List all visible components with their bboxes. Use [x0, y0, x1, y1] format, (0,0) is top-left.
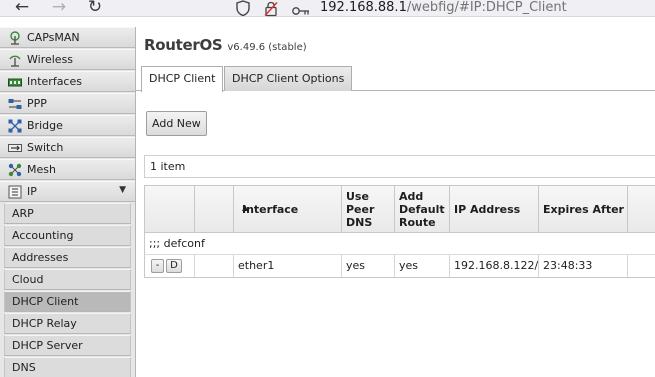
item-count-bar: 1 item [144, 155, 655, 178]
sidebar-subitem-label: Accounting [12, 229, 74, 242]
column-header-label: Use Peer DNS [346, 190, 375, 229]
sidebar-subitem-label: DNS [12, 361, 36, 374]
use-peer-dns-cell: yes [342, 255, 395, 277]
sidebar-item-capsman[interactable]: CAPsMAN [0, 27, 135, 48]
sidebar-item-label: IP [27, 185, 37, 198]
url-path: /webfig/#IP:DHCP_Client [406, 0, 567, 15]
back-arrow-icon[interactable]: ← [10, 0, 34, 17]
brand-name: RouterOS [144, 36, 223, 54]
sidebar-subitem-accounting[interactable]: Accounting [4, 225, 131, 246]
capsman-icon [10, 31, 20, 45]
interfaces-icon [8, 78, 22, 87]
table-row[interactable]: - D ether1 yes yes 192.168.8.122/24 23:4… [144, 255, 655, 278]
sidebar-subitem-label: Addresses [12, 251, 69, 264]
bridge-icon [8, 119, 22, 133]
sidebar-subitem-label: DHCP Client [12, 295, 79, 308]
wireless-icon [9, 55, 21, 67]
cell-value: yes [346, 259, 366, 272]
column-header-expires-after[interactable]: Expires After [539, 186, 628, 232]
sidebar-item-label: Bridge [27, 119, 63, 132]
sidebar-item-label: Switch [27, 141, 64, 154]
sidebar-subitem-label: DHCP Relay [12, 317, 77, 330]
forward-arrow-icon[interactable]: → [47, 0, 71, 17]
sidebar-subitem-dhcp-server[interactable]: DHCP Server [4, 335, 131, 356]
expires-after-cell: 23:48:33 [539, 255, 628, 277]
extra-cell [628, 255, 655, 277]
sidebar-item-switch[interactable]: Switch [0, 137, 135, 158]
add-new-button[interactable]: Add New [146, 111, 207, 136]
switch-icon [8, 144, 22, 152]
reload-icon[interactable]: ↻ [83, 0, 107, 17]
sidebar-subitem-cloud[interactable]: Cloud [4, 269, 131, 290]
sidebar-item-bridge[interactable]: Bridge [0, 115, 135, 136]
column-header-label: IP Address [454, 203, 521, 216]
column-header-extra [628, 186, 655, 232]
sidebar-subitem-dns[interactable]: DNS [4, 357, 131, 377]
disable-button[interactable]: D [166, 259, 182, 273]
row-actions-cell: - D [145, 255, 195, 277]
column-header-label: Add Default Route [399, 190, 445, 229]
sidebar-subitem-addresses[interactable]: Addresses [4, 247, 131, 268]
sidebar-item-mesh[interactable]: Mesh [0, 159, 135, 180]
chevron-down-icon[interactable]: ▼ [119, 185, 126, 195]
browser-toolbar: ← → ↻ 192.168.88.1/webfig/#IP:DHCP_Clien… [0, 0, 655, 17]
column-header-actions [145, 186, 195, 232]
add-default-route-cell: yes [395, 255, 450, 277]
table-header: ▲ Interface Use Peer DNS Add Default Rou… [144, 185, 655, 233]
column-header-label: Expires After [543, 203, 624, 216]
sidebar-subitem-dhcp-client[interactable]: DHCP Client [4, 291, 131, 312]
sidebar-item-label: PPP [27, 97, 47, 110]
sidebar-item-label: Mesh [27, 163, 56, 176]
sidebar-item-wireless[interactable]: Wireless [0, 49, 135, 70]
sidebar-subitem-arp[interactable]: ARP [4, 203, 131, 224]
tab-dhcp-client[interactable]: DHCP Client [141, 66, 224, 92]
ip-address-cell: 192.168.8.122/24 [450, 255, 539, 277]
address-bar[interactable]: 192.168.88.1/webfig/#IP:DHCP_Client [320, 0, 567, 16]
sidebar-item-label: Interfaces [27, 75, 82, 88]
row-flags-cell [195, 255, 234, 277]
column-header-add-default-route[interactable]: Add Default Route [395, 186, 450, 232]
url-host: 192.168.88.1 [320, 0, 407, 15]
ppp-icon [8, 99, 22, 109]
key-icon[interactable] [292, 3, 310, 19]
sidebar-item-ppp[interactable]: PPP [0, 93, 135, 114]
cell-value: yes [399, 259, 419, 272]
sidebar-subitem-label: Cloud [12, 273, 44, 286]
page-title: RouterOS v6.49.6 (stable) [144, 36, 307, 54]
column-header-use-peer-dns[interactable]: Use Peer DNS [342, 186, 395, 232]
sidebar-menu: CAPsMAN Wireless Interfaces PPP Bridge S… [0, 27, 136, 377]
insecure-lock-icon[interactable] [264, 1, 278, 17]
remove-button[interactable]: - [151, 259, 164, 273]
row-comment: ;;; defconf [149, 237, 205, 250]
cell-value: ether1 [238, 259, 275, 272]
shield-icon[interactable] [236, 0, 250, 16]
ip-icon [8, 185, 22, 199]
sidebar-subitem-dhcp-relay[interactable]: DHCP Relay [4, 313, 131, 334]
item-count: 1 item [150, 160, 186, 173]
column-header-interface[interactable]: ▲ Interface [234, 186, 342, 232]
sidebar-item-interfaces[interactable]: Interfaces [0, 71, 135, 92]
cell-value: 23:48:33 [543, 259, 593, 272]
cell-value: 192.168.8.122/24 [454, 259, 539, 272]
sidebar-item-label: Wireless [27, 53, 74, 66]
interface-cell: ether1 [234, 255, 342, 277]
sidebar-subitem-label: DHCP Server [12, 339, 83, 352]
column-header-label: Interface [242, 203, 299, 216]
sidebar-subitem-label: ARP [12, 207, 34, 220]
column-header-flags [195, 186, 234, 232]
table-comment-row: ;;; defconf [144, 233, 655, 255]
tab-dhcp-client-options[interactable]: DHCP Client Options [224, 66, 353, 91]
version-label: v6.49.6 (stable) [227, 42, 307, 53]
mesh-icon [8, 163, 22, 177]
sidebar-item-label: CAPsMAN [27, 31, 80, 44]
sidebar-item-ip[interactable]: IP ▼ [0, 181, 135, 202]
column-header-ip-address[interactable]: IP Address [450, 186, 539, 232]
